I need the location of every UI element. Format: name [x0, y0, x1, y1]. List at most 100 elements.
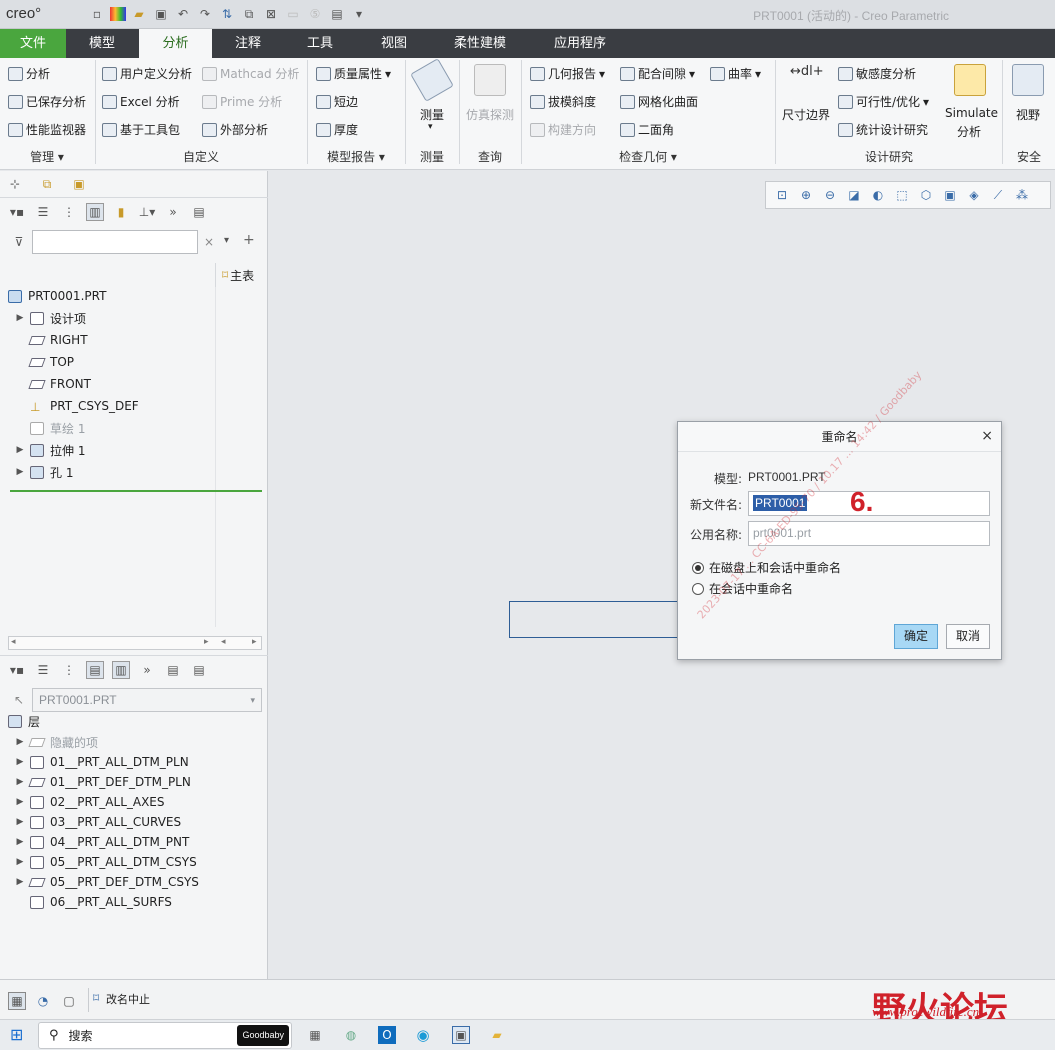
perspective-icon[interactable]: ▣: [940, 186, 960, 204]
tab-applications[interactable]: 应用程序: [528, 29, 632, 58]
saved-orientations-icon[interactable]: ⬚: [892, 186, 912, 204]
insert-here-marker[interactable]: [10, 490, 262, 492]
undo-icon[interactable]: ↶: [174, 5, 192, 23]
user-defined-analysis-button[interactable]: 用户定义分析: [102, 65, 192, 82]
layer-visibility-icon[interactable]: ▤: [86, 661, 104, 679]
tab-tools[interactable]: 工具: [284, 29, 356, 58]
folder-browser-icon[interactable]: ⧉: [38, 175, 56, 193]
zoom-in-icon[interactable]: ⊕: [796, 186, 816, 204]
redo-icon[interactable]: ↷: [196, 5, 214, 23]
layer-root[interactable]: 层: [8, 710, 40, 732]
saved-analysis-button[interactable]: 已保存分析: [8, 93, 86, 110]
annotation-display-icon[interactable]: ⁂: [1012, 186, 1032, 204]
collapse-all-icon[interactable]: ⋮: [60, 661, 78, 679]
tree-columns-icon[interactable]: ▥: [86, 203, 104, 221]
scroll-right-icon[interactable]: ▸: [252, 637, 257, 647]
refit-icon[interactable]: ⊡: [772, 186, 792, 204]
scroll-left-icon[interactable]: ◂: [11, 637, 16, 647]
add-filter-icon[interactable]: +: [243, 232, 255, 248]
column-header[interactable]: ⌑ 主表: [215, 263, 268, 287]
thickness-button[interactable]: 厚度: [316, 121, 358, 138]
tree-settings-icon[interactable]: ⊥▾: [138, 203, 156, 221]
tab-annotate[interactable]: 注释: [212, 29, 284, 58]
cancel-button[interactable]: 取消: [946, 624, 990, 649]
repaint-icon[interactable]: ◪: [844, 186, 864, 204]
layer-item[interactable]: ▶ 隐藏的项: [14, 731, 98, 753]
expand-icon[interactable]: ▶: [14, 877, 26, 887]
tree-root[interactable]: PRT0001.PRT: [8, 285, 106, 307]
toggle-navigator-icon[interactable]: ▦: [8, 992, 26, 1010]
expand-icon[interactable]: ▶: [14, 313, 26, 323]
expand-all-icon[interactable]: ☰: [34, 661, 52, 679]
sensitivity-analysis-button[interactable]: 敏感度分析: [838, 65, 916, 82]
layer-hide-icon[interactable]: ▥: [112, 661, 130, 679]
layer-item[interactable]: 06__PRT_ALL_SURFS: [26, 891, 172, 913]
scroll-right-icon[interactable]: ▸: [204, 637, 209, 647]
expand-icon[interactable]: ▶: [14, 777, 26, 787]
tab-view[interactable]: 视图: [356, 29, 432, 58]
tree-item-design-items[interactable]: ▶ 设计项: [14, 307, 86, 329]
mass-properties-button[interactable]: 质量属性 ▾: [316, 65, 391, 82]
windows-icon[interactable]: ⧉: [240, 5, 258, 23]
bookmark-icon[interactable]: ▮: [112, 203, 130, 221]
regenerate-icon[interactable]: ⇅: [218, 5, 236, 23]
section-icon[interactable]: ◈: [964, 186, 984, 204]
chevron-down-icon[interactable]: ▾: [428, 122, 433, 132]
color-palette-icon[interactable]: [110, 7, 126, 21]
open-folder-icon[interactable]: ▰: [130, 5, 148, 23]
toolkit-button[interactable]: 基于工具包: [102, 121, 180, 138]
tab-file[interactable]: 文件: [0, 29, 66, 58]
expand-icon[interactable]: ▶: [14, 837, 26, 847]
chevron-down-icon[interactable]: ▾: [250, 689, 255, 711]
tree-view-icon[interactable]: ▤: [190, 203, 208, 221]
expand-icon[interactable]: ▶: [14, 737, 26, 747]
edge-icon[interactable]: ◉: [414, 1026, 432, 1044]
chevron-down-icon[interactable]: ▾: [224, 235, 229, 246]
expand-icon[interactable]: ▶: [14, 857, 26, 867]
scroll-left-icon[interactable]: ◂: [221, 637, 226, 647]
expand-icon[interactable]: ▶: [14, 467, 26, 477]
tree-item-top[interactable]: TOP: [26, 351, 74, 373]
select-pointer-icon[interactable]: ↖: [10, 691, 28, 709]
display-style-icon[interactable]: ◐: [868, 186, 888, 204]
performance-monitor-button[interactable]: 性能监视器: [8, 121, 86, 138]
close-window-icon[interactable]: ⊠: [262, 5, 280, 23]
expand-all-icon[interactable]: ☰: [34, 203, 52, 221]
expand-icon[interactable]: ▶: [14, 817, 26, 827]
tab-analysis[interactable]: 分析: [139, 29, 212, 58]
close-icon[interactable]: ×: [981, 428, 993, 444]
fullscreen-icon[interactable]: ▢: [60, 992, 78, 1010]
tab-model[interactable]: 模型: [66, 29, 138, 58]
layer-item[interactable]: ▶ 01__PRT_DEF_DTM_PLN: [14, 771, 191, 793]
dihedral-angle-button[interactable]: 二面角: [620, 121, 674, 138]
favorites-icon[interactable]: ▣: [70, 175, 88, 193]
datum-display-icon[interactable]: ⟋: [988, 186, 1008, 204]
paint-icon[interactable]: ◍: [342, 1026, 360, 1044]
tree-item-sketch[interactable]: 草绘 1: [26, 417, 85, 439]
browser-icon[interactable]: ◔: [34, 992, 52, 1010]
tree-item-front[interactable]: FRONT: [26, 373, 91, 395]
expand-icon[interactable]: ▶: [14, 797, 26, 807]
curvature-button[interactable]: 曲率 ▾: [710, 65, 761, 82]
layer-item[interactable]: ▶ 04__PRT_ALL_DTM_PNT: [14, 831, 190, 853]
tree-item-extrude[interactable]: ▶ 拉伸 1: [14, 439, 85, 461]
analysis-button[interactable]: 分析: [8, 65, 50, 82]
model-tree-icon[interactable]: ⊹: [6, 175, 24, 193]
layer-list-icon[interactable]: ▤: [164, 661, 182, 679]
layer-menu-icon[interactable]: ▾▪: [8, 661, 26, 679]
ok-button[interactable]: 确定: [894, 624, 938, 649]
screen-icon[interactable]: ▤: [328, 5, 346, 23]
tree-item-hole[interactable]: ▶ 孔 1: [14, 461, 73, 483]
view-button[interactable]: 视野: [1016, 106, 1040, 123]
more-icon[interactable]: »: [138, 661, 156, 679]
simulate-button[interactable]: Simulate: [945, 106, 998, 120]
rename-disk-radio[interactable]: 在磁盘上和会话中重命名: [692, 559, 841, 576]
calculator-icon[interactable]: ▦: [306, 1026, 324, 1044]
view-manager-icon[interactable]: ⬡: [916, 186, 936, 204]
file-explorer-icon[interactable]: ▰: [488, 1026, 506, 1044]
statistical-design-button[interactable]: 统计设计研究: [838, 121, 928, 138]
geometry-report-button[interactable]: 几何报告 ▾: [530, 65, 605, 82]
horizontal-scrollbar[interactable]: ◂ ▸ ◂ ▸: [8, 636, 262, 650]
group-model-report[interactable]: 模型报告 ▾: [308, 148, 404, 165]
new-file-icon[interactable]: ▫: [88, 5, 106, 23]
